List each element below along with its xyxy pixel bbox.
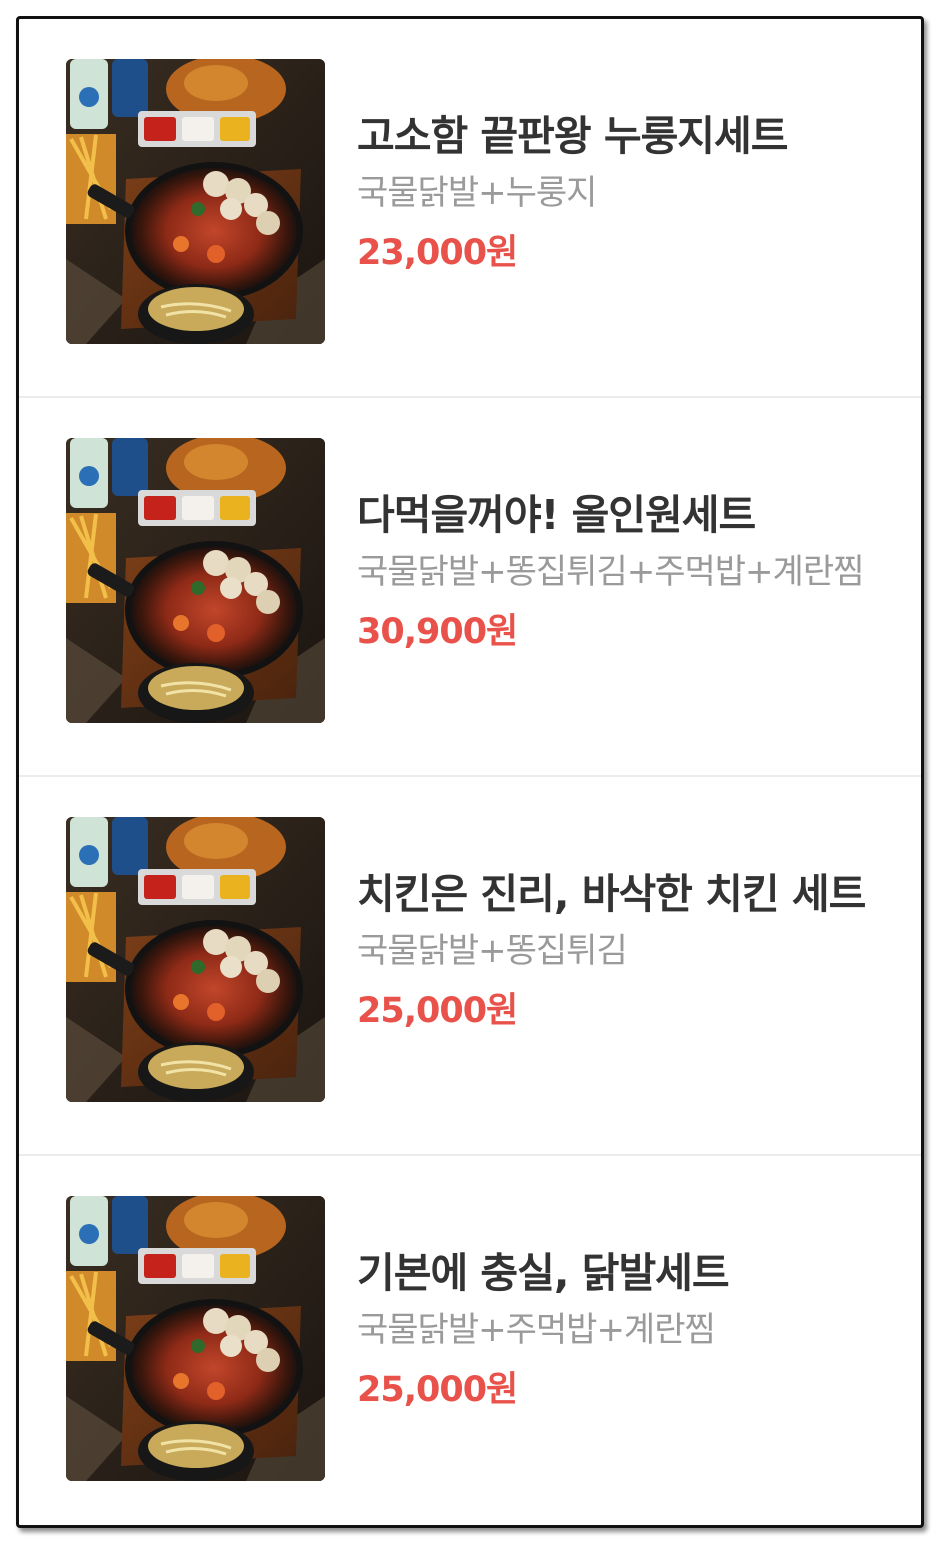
menu-item-price: 25,000원 <box>357 991 518 1032</box>
menu-item-name: 기본에 충실, 닭발세트 <box>357 1249 730 1297</box>
menu-item-price: 30,900원 <box>357 612 518 653</box>
food-photo-icon <box>66 59 325 344</box>
menu-item[interactable]: 치킨은 진리, 바삭한 치킨 세트 국물닭발+똥집튀김 25,000원 <box>19 777 921 1156</box>
menu-item-name: 다먹을꺼야! 올인원세트 <box>357 491 756 539</box>
menu-item-info: 기본에 충실, 닭발세트 국물닭발+주먹밥+계란찜 25,000원 <box>357 1249 901 1411</box>
menu-item[interactable]: 고소함 끝판왕 누룽지세트 국물닭발+누룽지 23,000원 <box>19 19 921 398</box>
menu-item-price: 23,000원 <box>357 233 518 274</box>
food-photo-icon <box>66 817 325 1102</box>
menu-item-description: 국물닭발+똥집튀김+주먹밥+계란찜 <box>357 552 864 593</box>
food-photo-icon <box>66 1196 325 1481</box>
menu-item-description: 국물닭발+똥집튀김 <box>357 931 628 972</box>
menu-item-price: 25,000원 <box>357 1370 518 1411</box>
menu-item-description: 국물닭발+누룽지 <box>357 173 597 214</box>
menu-item[interactable]: 기본에 충실, 닭발세트 국물닭발+주먹밥+계란찜 25,000원 <box>19 1156 921 1525</box>
menu-item-info: 치킨은 진리, 바삭한 치킨 세트 국물닭발+똥집튀김 25,000원 <box>357 870 901 1032</box>
menu-item[interactable]: 다먹을꺼야! 올인원세트 국물닭발+똥집튀김+주먹밥+계란찜 30,900원 <box>19 398 921 777</box>
menu-item-name: 치킨은 진리, 바삭한 치킨 세트 <box>357 870 866 918</box>
menu-item-info: 고소함 끝판왕 누룽지세트 국물닭발+누룽지 23,000원 <box>357 112 901 274</box>
menu-item-description: 국물닭발+주먹밥+계란찜 <box>357 1310 716 1351</box>
menu-item-info: 다먹을꺼야! 올인원세트 국물닭발+똥집튀김+주먹밥+계란찜 30,900원 <box>357 491 901 653</box>
food-photo-icon <box>66 438 325 723</box>
menu-item-name: 고소함 끝판왕 누룽지세트 <box>357 112 788 160</box>
menu-list: 고소함 끝판왕 누룽지세트 국물닭발+누룽지 23,000원 다먹을꺼야! 올인… <box>16 16 924 1528</box>
